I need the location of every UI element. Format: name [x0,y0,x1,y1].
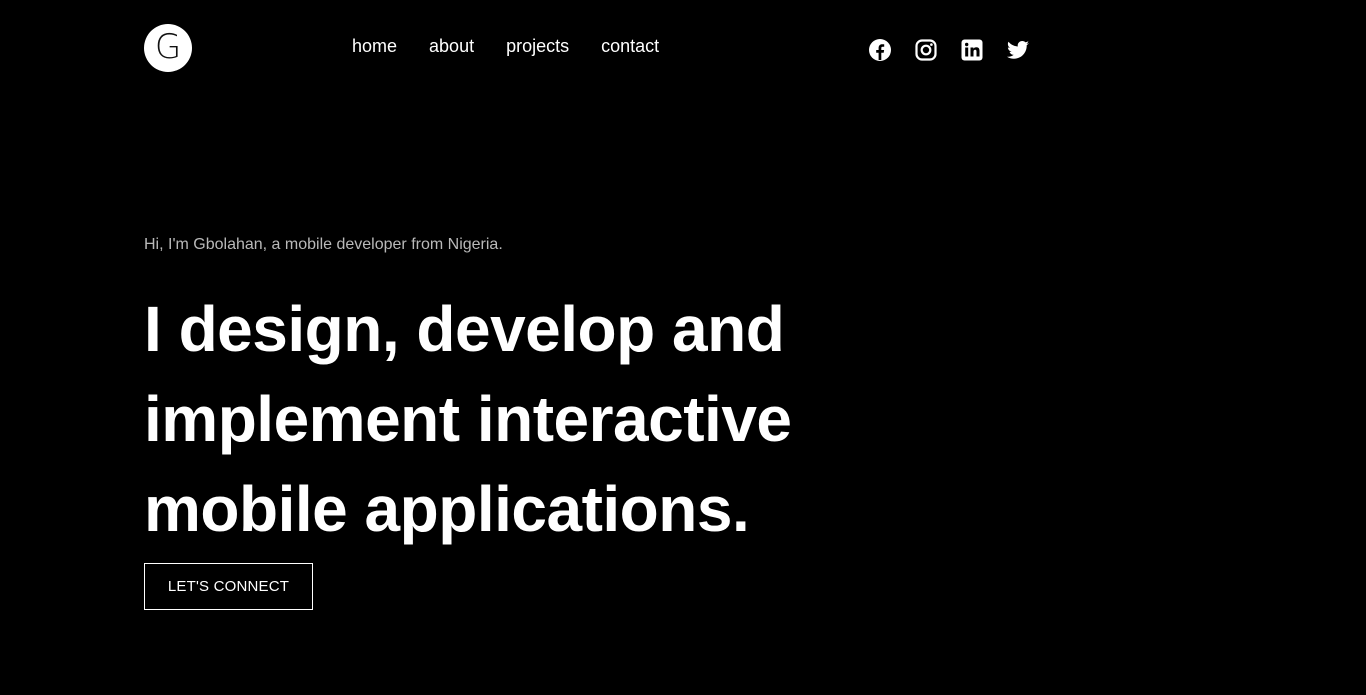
nav-link-projects[interactable]: projects [506,35,569,57]
main-nav: home about projects contact [352,35,691,57]
nav-link-about[interactable]: about [429,35,474,57]
social-links [868,38,1052,62]
page: G home about projects contact Hi, I'm Gb… [0,0,1366,695]
facebook-icon[interactable] [868,38,892,62]
headline-line: implement interactive [144,383,792,455]
hero-headline: I design, develop and implement interact… [144,284,904,554]
logo-letter: G [154,27,182,67]
nav-link-contact[interactable]: contact [601,35,659,57]
intro-text: Hi, I'm Gbolahan, a mobile developer fro… [144,236,503,253]
twitter-icon[interactable] [1006,38,1030,62]
nav-link-home[interactable]: home [352,35,397,57]
instagram-icon[interactable] [914,38,938,62]
headline-line: I design, develop and [144,293,785,365]
headline-line: mobile applications. [144,473,750,545]
lets-connect-button[interactable]: LET'S CONNECT [144,563,313,610]
logo[interactable]: G [144,24,192,72]
linkedin-icon[interactable] [960,38,984,62]
